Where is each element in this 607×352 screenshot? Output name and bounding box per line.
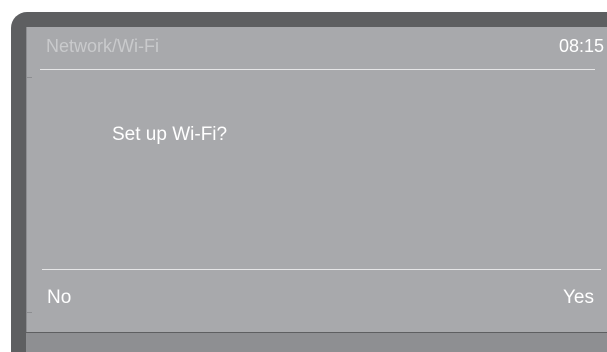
device-frame: Network/Wi-Fi 08:15 Set up Wi-Fi? No Yes [11, 12, 607, 352]
screen-title: Network/Wi-Fi [46, 36, 159, 56]
clock: 08:15 [558, 36, 604, 56]
screen-notch [26, 312, 32, 313]
yes-button[interactable]: Yes [561, 285, 596, 311]
no-button[interactable]: No [45, 285, 73, 311]
header-divider [40, 69, 595, 70]
display-screen: Network/Wi-Fi 08:15 Set up Wi-Fi? No Yes [26, 27, 607, 332]
screen-header: Network/Wi-Fi 08:15 [27, 27, 607, 70]
screen-notch [26, 77, 32, 78]
footer-divider [42, 269, 601, 270]
dialog-prompt: Set up Wi-Fi? [112, 124, 228, 145]
bottom-band [26, 333, 607, 352]
